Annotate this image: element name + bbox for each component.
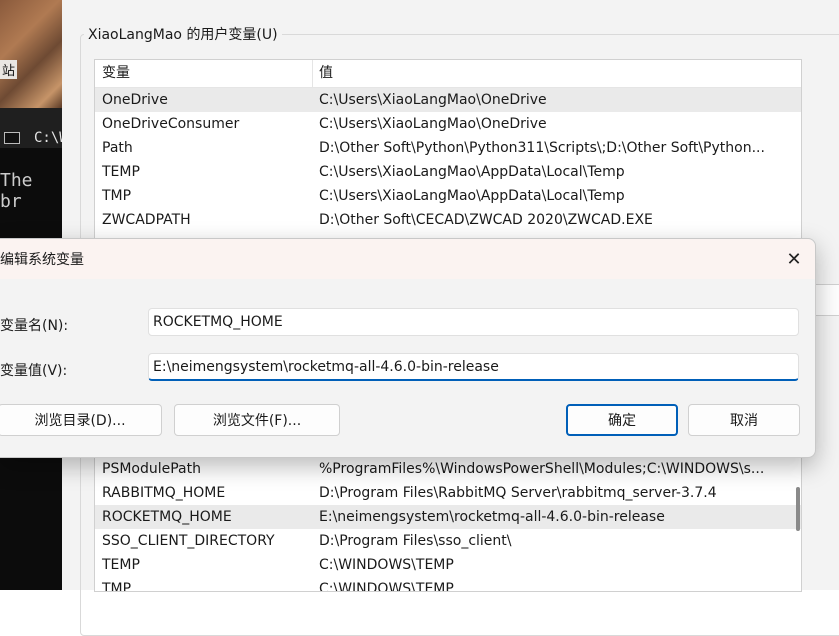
browse-directory-button[interactable]: 浏览目录(D)... <box>0 404 162 436</box>
terminal-title-bar[interactable]: C:\W <box>0 108 68 148</box>
variable-value-label: 变量值(V): <box>0 363 68 379</box>
variable-value-input[interactable] <box>148 353 799 381</box>
table-row[interactable]: PSModulePath %ProgramFiles%\WindowsPower… <box>95 457 801 481</box>
table-row[interactable]: TEMP C:\WINDOWS\TEMP <box>95 553 801 577</box>
table-row[interactable]: RABBITMQ_HOME D:\Program Files\RabbitMQ … <box>95 481 801 505</box>
variable-name-label: 变量名(N): <box>0 318 69 334</box>
var-value: D:\Other Soft\Python\Python311\Scripts\;… <box>319 140 765 156</box>
var-name: TMP <box>102 188 132 204</box>
edit-system-variable-dialog: 编辑系统变量 ✕ 变量名(N): 变量值(V): 浏览目录(D)... 浏览文件… <box>0 238 816 458</box>
var-value: E:\neimengsystem\rocketmq-all-4.6.0-bin-… <box>319 509 665 525</box>
var-name: ZWCADPATH <box>102 212 191 228</box>
var-value: C:\Users\XiaoLangMao\AppData\Local\Temp <box>319 188 625 204</box>
var-value: C:\Users\XiaoLangMao\AppData\Local\Temp <box>319 164 625 180</box>
ok-button[interactable]: 确定 <box>566 404 678 436</box>
var-name: OneDrive <box>102 92 168 108</box>
desktop-icon-label: 站 <box>0 60 18 79</box>
browse-file-button[interactable]: 浏览文件(F)... <box>174 404 340 436</box>
table-row[interactable]: ROCKETMQ_HOME E:\neimengsystem\rocketmq-… <box>95 505 801 529</box>
column-separator[interactable] <box>312 60 313 87</box>
var-name: PSModulePath <box>102 461 201 477</box>
close-icon: ✕ <box>786 248 802 270</box>
list-header: 变量 值 <box>95 60 801 88</box>
cancel-button[interactable]: 取消 <box>688 404 800 436</box>
table-row[interactable]: OneDriveConsumer C:\Users\XiaoLangMao\On… <box>95 112 801 136</box>
var-value: C:\Users\XiaoLangMao\OneDrive <box>319 116 547 132</box>
dialog-title: 编辑系统变量 <box>0 252 84 268</box>
var-value: %ProgramFiles%\WindowsPowerShell\Modules… <box>319 461 765 477</box>
table-row[interactable]: OneDrive C:\Users\XiaoLangMao\OneDrive <box>95 88 801 112</box>
dialog-title-bar[interactable]: 编辑系统变量 ✕ <box>0 239 815 279</box>
var-name: RABBITMQ_HOME <box>102 485 226 501</box>
var-name: ROCKETMQ_HOME <box>102 509 232 525</box>
desktop-wallpaper <box>0 0 62 108</box>
table-row[interactable]: TEMP C:\Users\XiaoLangMao\AppData\Local\… <box>95 160 801 184</box>
var-name: Path <box>102 140 133 156</box>
var-value: D:\Other Soft\CECAD\ZWCAD 2020\ZWCAD.EXE <box>319 212 653 228</box>
var-name: SSO_CLIENT_DIRECTORY <box>102 533 275 549</box>
terminal-output: The br <box>0 170 33 212</box>
var-value: C:\Users\XiaoLangMao\OneDrive <box>319 92 547 108</box>
table-row[interactable]: SSO_CLIENT_DIRECTORY D:\Program Files\ss… <box>95 529 801 553</box>
variable-name-input[interactable] <box>148 308 799 336</box>
scrollbar-thumb[interactable] <box>796 487 800 531</box>
var-name: TEMP <box>102 557 140 573</box>
close-button[interactable]: ✕ <box>779 245 809 273</box>
user-vars-list[interactable]: 变量 值 OneDrive C:\Users\XiaoLangMao\OneDr… <box>94 59 802 241</box>
var-name: OneDriveConsumer <box>102 116 240 132</box>
table-row[interactable]: TMP C:\Users\XiaoLangMao\AppData\Local\T… <box>95 184 801 208</box>
var-value: D:\Program Files\RabbitMQ Server\rabbitm… <box>319 485 717 501</box>
var-value: C:\WINDOWS\TEMP <box>319 557 454 573</box>
var-name: TEMP <box>102 164 140 180</box>
column-header-value[interactable]: 值 <box>319 60 795 87</box>
user-vars-group-label: XiaoLangMao 的用户变量(U) <box>84 24 282 44</box>
column-header-variable[interactable]: 变量 <box>102 60 130 87</box>
table-row[interactable]: Path D:\Other Soft\Python\Python311\Scri… <box>95 136 801 160</box>
terminal-icon <box>4 132 20 144</box>
var-value: D:\Program Files\sso_client\ <box>319 533 512 549</box>
table-row[interactable]: ZWCADPATH D:\Other Soft\CECAD\ZWCAD 2020… <box>95 208 801 232</box>
